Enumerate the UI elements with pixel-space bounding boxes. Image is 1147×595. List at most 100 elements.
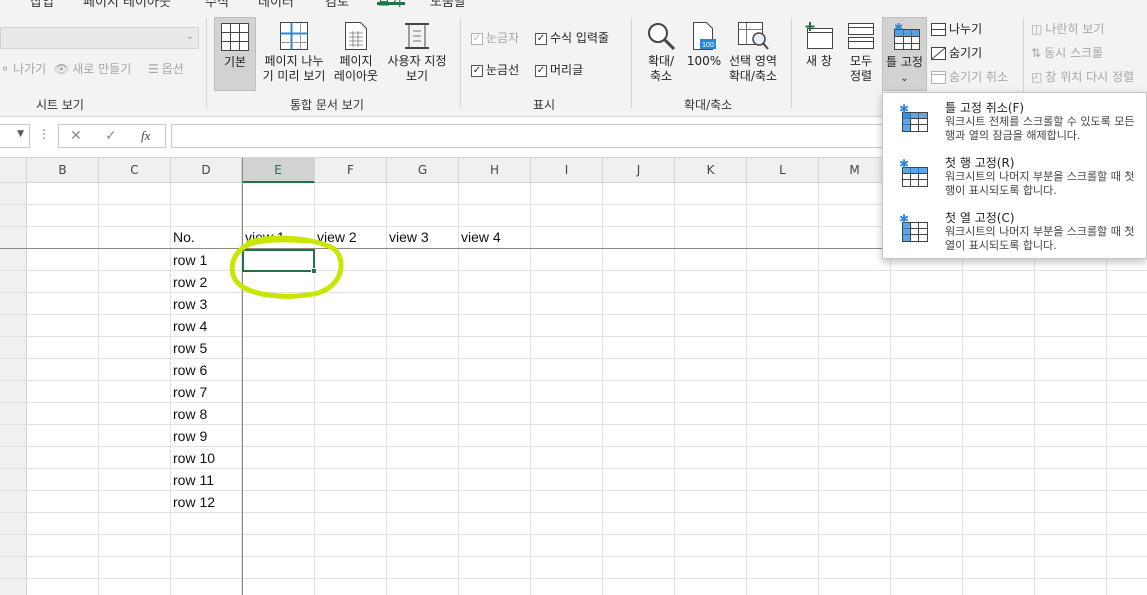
column-header[interactable]: B (27, 158, 99, 183)
column-header[interactable]: H (459, 158, 531, 183)
menu-item-title: 첫 열 고정(C) (945, 211, 1015, 225)
formula-bar-checkbox[interactable]: ✓ 수식 입력줄 (535, 31, 609, 46)
row-header[interactable] (0, 469, 27, 491)
row-header[interactable] (0, 271, 27, 293)
new-window-button[interactable]: 새 창 (801, 21, 837, 69)
row-header[interactable] (0, 381, 27, 403)
row-header[interactable] (0, 249, 27, 271)
view-side-by-side-button[interactable]: ◫ 나란히 보기 (1031, 22, 1104, 37)
page-layout-button[interactable]: 페이지 레이아웃 (332, 21, 380, 84)
row-header[interactable] (0, 359, 27, 381)
column-header[interactable]: J (603, 158, 675, 183)
sheet-view-new-button[interactable]: 👁 새로 만들기 (54, 62, 131, 77)
tab-formulas[interactable]: 수식 (205, 0, 229, 10)
select-all-corner[interactable] (0, 158, 27, 183)
page-break-preview-button[interactable]: 페이지 나누 기 미리 보기 (259, 21, 329, 84)
row-header[interactable] (0, 579, 27, 595)
normal-view-button[interactable]: 기본 (214, 17, 256, 91)
zoom-selection-label-1: 선택 영역 (729, 54, 777, 68)
cell-row-label[interactable]: row 3 (171, 293, 207, 315)
tab-data[interactable]: 데이터 (258, 0, 294, 10)
cell-row-label[interactable]: row 7 (171, 381, 207, 403)
cell-row-label[interactable]: row 10 (171, 447, 215, 469)
sheet-view-exit-button[interactable]: ⚬ 나가기 (0, 62, 46, 77)
zoom-100-button[interactable]: 100 100% (685, 21, 723, 69)
cell-row-label[interactable]: row 4 (171, 315, 207, 337)
zoom-to-selection-button[interactable]: 선택 영역 확대/축소 (725, 21, 781, 84)
row-header[interactable] (0, 205, 27, 227)
page-break-label-1: 페이지 나누 (264, 54, 324, 68)
cell-row-label[interactable]: row 12 (171, 491, 215, 513)
gridlines-checkbox[interactable]: ✓ 눈금선 (471, 63, 519, 78)
column-header[interactable]: I (531, 158, 603, 183)
headings-checkbox[interactable]: ✓ 머리글 (535, 63, 583, 78)
cell-view-header[interactable]: view 4 (459, 226, 501, 248)
menu-item-freeze-top-row[interactable]: ✱ 첫 행 고정(R) 워크시트의 나머지 부분을 스크롤할 때 첫 행이 표시… (883, 150, 1146, 204)
svg-text:✱: ✱ (899, 213, 909, 226)
insert-function-icon[interactable]: fx (141, 128, 150, 144)
hide-icon (931, 47, 946, 60)
menu-item-freeze-first-column[interactable]: ✱ 첫 열 고정(C) 워크시트의 나머지 부분을 스크롤할 때 첫 열이 표시… (883, 205, 1146, 259)
tab-page-layout[interactable]: 페이지 레이아웃 (83, 0, 171, 10)
group-separator (791, 18, 792, 108)
cell-row-label[interactable]: row 9 (171, 425, 207, 447)
grid-column-line (98, 183, 99, 595)
cell-view-header[interactable]: view 3 (387, 226, 429, 248)
row-header[interactable] (0, 491, 27, 513)
cell-row-label[interactable]: row 8 (171, 403, 207, 425)
magnifier-icon (648, 23, 676, 51)
row-header[interactable] (0, 557, 27, 579)
column-header[interactable]: G (387, 158, 459, 183)
menu-item-unfreeze-panes[interactable]: ✱ 틀 고정 취소(F) 워크시트 전체를 스크롤할 수 있도록 모든 행과 열… (883, 95, 1146, 149)
grid-column-line (674, 183, 675, 595)
column-header[interactable]: M (819, 158, 891, 183)
custom-views-button[interactable]: 사용자 지정 보기 (383, 21, 451, 84)
menu-item-title: 첫 행 고정(R) (945, 156, 1015, 170)
row-header[interactable] (0, 293, 27, 315)
column-header[interactable]: L (747, 158, 819, 183)
row-header[interactable] (0, 425, 27, 447)
cancel-icon[interactable]: ✕ (70, 128, 82, 144)
reset-window-position-button[interactable]: ◰ 창 위치 다시 정렬 (1031, 70, 1134, 85)
column-header-selected[interactable]: E (242, 158, 315, 183)
cell-row-label[interactable]: row 11 (171, 469, 214, 491)
resize-handle[interactable]: ⋮ (38, 127, 50, 141)
zoom-100-label: 100% (686, 54, 722, 68)
split-button[interactable]: 나누기 (931, 22, 982, 37)
page-layout-icon (345, 22, 367, 50)
row-header[interactable] (0, 337, 27, 359)
tab-review[interactable]: 검토 (325, 0, 349, 10)
row-header[interactable] (0, 513, 27, 535)
row-header[interactable] (0, 535, 27, 557)
sheet-view-options-button[interactable]: ☰ 옵션 (148, 62, 184, 77)
ruler-checkbox[interactable]: ✓ 눈금자 (471, 31, 519, 46)
arrange-all-button[interactable]: 모두 정렬 (843, 21, 879, 84)
cell-row-label[interactable]: row 5 (171, 337, 207, 359)
name-box[interactable]: ▼ (0, 124, 30, 148)
reset-position-icon: ◰ (1031, 70, 1043, 84)
hide-button[interactable]: 숨기기 (931, 46, 982, 61)
row-header[interactable] (0, 227, 27, 249)
row-header[interactable] (0, 315, 27, 337)
reset-position-label: 창 위치 다시 정렬 (1045, 70, 1135, 84)
check-icon[interactable]: ✓ (105, 128, 117, 144)
cell-row-label[interactable]: row 6 (171, 359, 207, 381)
zoom-button[interactable]: 확대/ 축소 (641, 21, 681, 84)
cell-row-label[interactable]: row 2 (171, 271, 207, 293)
row-header[interactable] (0, 183, 27, 205)
row-header[interactable] (0, 403, 27, 425)
row-header[interactable] (0, 447, 27, 469)
column-header[interactable]: C (99, 158, 171, 183)
sheet-view-select[interactable]: ⌄ (0, 27, 199, 49)
cell-no-header[interactable]: No. (171, 226, 195, 248)
column-header[interactable]: D (171, 158, 242, 183)
cell-row-label[interactable]: row 1 (171, 249, 207, 271)
unhide-button[interactable]: 숨기기 취소 (931, 70, 1008, 85)
tab-help[interactable]: 도움말 (430, 0, 466, 10)
synchronous-scrolling-button[interactable]: ⇅ 동시 스크롤 (1031, 46, 1103, 61)
column-header[interactable]: K (675, 158, 747, 183)
freeze-panes-button[interactable]: ✱ 틀 고정 ⌄ (882, 17, 927, 91)
column-header[interactable]: F (315, 158, 387, 183)
custom-views-icon (405, 23, 429, 49)
tab-insert[interactable]: 삽입 (30, 0, 54, 10)
